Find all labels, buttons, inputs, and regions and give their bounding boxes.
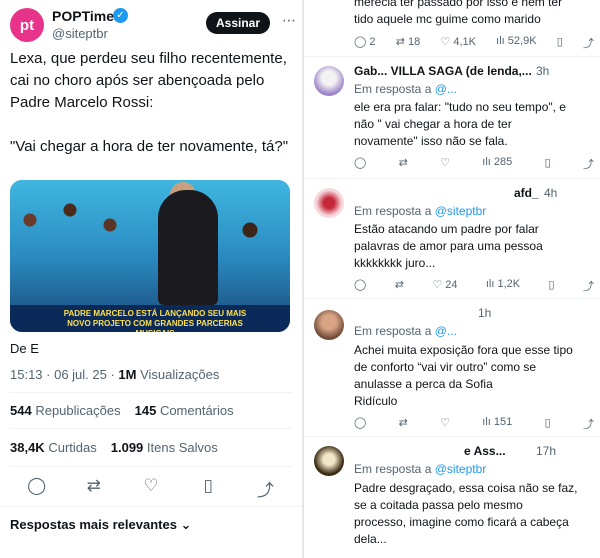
share-icon[interactable]: ⤴: [583, 156, 594, 172]
post-text: Lexa, que perdeu seu filho recentemente,…: [10, 50, 289, 155]
repost-icon[interactable]: ⇄: [395, 278, 404, 294]
bookmark-icon[interactable]: ▯: [549, 278, 555, 294]
views-icon[interactable]: ılı 52,9K: [496, 35, 536, 51]
share-icon[interactable]: ⤴: [583, 416, 594, 432]
reply-actions: ◯ ⇄ ♡ ılı 151 ▯ ⤴: [354, 416, 594, 432]
views-count: 1M: [118, 367, 137, 382]
stats-row-2: 38,4K Curtidas 1.099 Itens Salvos: [10, 440, 218, 455]
reply-actions: ◯ ⇄ ♡ 24 ılı 1,2K ▯ ⤴: [354, 278, 594, 294]
avatar[interactable]: [314, 310, 344, 340]
post-actions: ◯ ⇄ ♡ ▯ ⤴: [0, 476, 302, 501]
repost-icon[interactable]: ⇄: [399, 416, 408, 432]
repost-icon[interactable]: ⇄: [80, 476, 108, 501]
reply-author[interactable]: Gab... VILLA SAGA (de lenda,...: [354, 64, 534, 78]
reposts-stat[interactable]: 544 Republicações: [10, 403, 121, 418]
reply-icon[interactable]: ◯: [354, 278, 366, 294]
reply-text: Achei muita exposição fora que esse tipo…: [354, 343, 573, 408]
saved-stat[interactable]: 1.099 Itens Salvos: [111, 440, 218, 455]
views-icon[interactable]: ılı 285: [482, 156, 512, 172]
like-icon[interactable]: ♡ 24: [432, 278, 457, 294]
media-audience: [10, 180, 290, 305]
reply-icon[interactable]: ◯: [354, 156, 366, 172]
like-icon[interactable]: ♡: [440, 156, 450, 172]
like-icon[interactable]: ♡ 4,1K: [440, 35, 476, 51]
like-icon[interactable]: ♡: [440, 416, 450, 432]
reply-icon[interactable]: ◯: [354, 416, 366, 432]
share-icon[interactable]: ⤴: [583, 35, 594, 51]
reply-text: merecia ter passado por isso e nem ter t…: [354, 0, 563, 26]
divider: [10, 428, 292, 429]
bookmark-icon[interactable]: ▯: [557, 35, 563, 51]
reply-text: ele era pra falar: "tudo no seu tempo", …: [354, 100, 566, 148]
divider: [10, 466, 292, 467]
reply-time[interactable]: 1h: [478, 306, 491, 320]
avatar[interactable]: pt: [10, 8, 44, 42]
in-reply-to: Em resposta a @...: [354, 82, 457, 96]
divider: [0, 506, 302, 507]
reply-icon[interactable]: ◯ 2: [354, 35, 376, 51]
sort-replies-dropdown[interactable]: Respostas mais relevantes ⌄: [10, 517, 191, 533]
reply-time[interactable]: 4h: [544, 186, 557, 200]
repost-icon[interactable]: ⇄ 18: [396, 35, 421, 51]
comments-stat[interactable]: 145 Comentários: [135, 403, 234, 418]
more-options-icon[interactable]: ⋯: [282, 12, 296, 29]
divider: [304, 56, 600, 57]
author-handle[interactable]: @siteptbr: [52, 26, 108, 41]
divider: [304, 298, 600, 299]
bookmark-icon[interactable]: ▯: [545, 416, 551, 432]
in-reply-to: Em resposta a @siteptbr: [354, 204, 487, 218]
post-meta: 15:13 · 06 jul. 25 · 1M Visualizações: [10, 367, 219, 382]
reply-time[interactable]: 3h: [536, 64, 549, 78]
share-icon[interactable]: ⤴: [583, 278, 594, 294]
views-label: Visualizações: [140, 367, 220, 382]
avatar[interactable]: [314, 66, 344, 96]
reply-author[interactable]: e Ass...: [464, 444, 534, 458]
views-icon[interactable]: ılı 151: [482, 416, 512, 432]
screenshot-root: pt POPTime ✓ @siteptbr Assinar ⋯ Lexa, q…: [0, 0, 600, 558]
in-reply-to: Em resposta a @siteptbr: [354, 462, 487, 476]
like-icon[interactable]: ♡: [137, 476, 165, 501]
likes-stat[interactable]: 38,4K Curtidas: [10, 440, 97, 455]
post-time[interactable]: 15:13 · 06 jul. 25 ·: [10, 367, 118, 382]
verified-badge-icon: ✓: [113, 8, 128, 23]
reply-author[interactable]: afd_: [514, 186, 544, 200]
reply-time[interactable]: 17h: [536, 444, 556, 458]
in-reply-to: Em resposta a @...: [354, 324, 457, 338]
reply-actions: ◯ 2 ⇄ 18 ♡ 4,1K ılı 52,9K ▯ ⤴: [354, 35, 594, 51]
author-name[interactable]: POPTime: [52, 8, 114, 24]
reply-actions: ◯ ⇄ ♡ ılı 285 ▯ ⤴: [354, 156, 594, 172]
share-icon[interactable]: ⤴: [251, 476, 279, 501]
avatar[interactable]: [314, 188, 344, 218]
divider: [10, 392, 292, 393]
bookmark-icon[interactable]: ▯: [194, 476, 222, 501]
reply-icon[interactable]: ◯: [23, 476, 51, 501]
avatar[interactable]: [314, 446, 344, 476]
media-ticker: PADRE MARCELO ESTÁ LANÇANDO SEU MAIS NOV…: [10, 305, 290, 332]
views-icon[interactable]: ılı 1,2K: [486, 278, 520, 294]
stats-row-1: 544 Republicações 145 Comentários: [10, 403, 234, 418]
reply-text: Estão atacando um padre por falar palavr…: [354, 222, 543, 270]
post-media-image[interactable]: PADRE MARCELO ESTÁ LANÇANDO SEU MAIS NOV…: [10, 180, 290, 332]
media-host-body: [158, 190, 218, 305]
source-label: De E: [10, 341, 39, 356]
repost-icon[interactable]: ⇄: [399, 156, 408, 172]
divider: [304, 178, 600, 179]
bookmark-icon[interactable]: ▯: [545, 156, 551, 172]
divider: [304, 436, 600, 437]
reply-text: Padre desgraçado, essa coisa não se faz,…: [354, 481, 578, 546]
subscribe-button[interactable]: Assinar: [206, 12, 270, 34]
main-post: pt POPTime ✓ @siteptbr Assinar ⋯ Lexa, q…: [0, 0, 302, 558]
replies-panel: merecia ter passado por isso e nem ter t…: [304, 0, 600, 558]
